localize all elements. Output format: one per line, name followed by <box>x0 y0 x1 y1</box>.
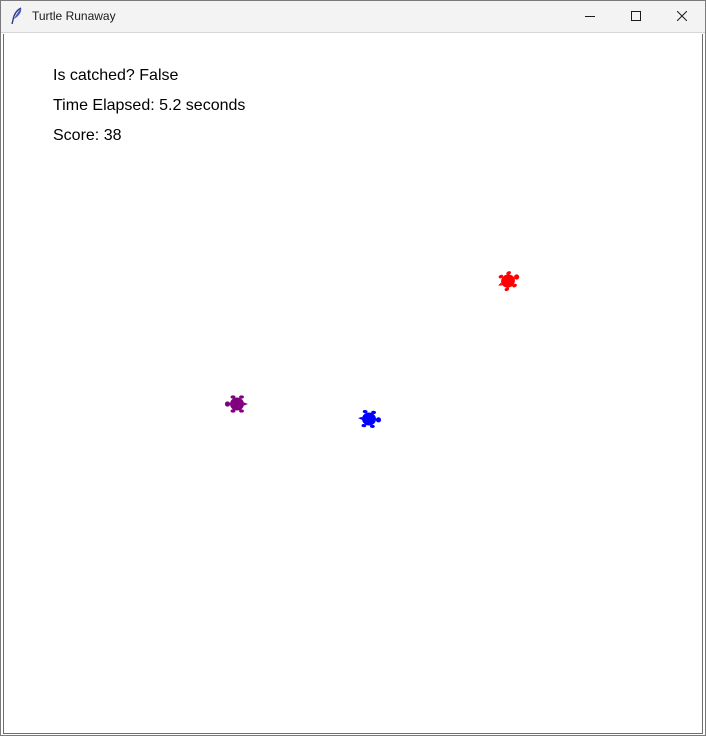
close-button[interactable] <box>659 1 705 32</box>
turtle-shape <box>224 395 248 413</box>
minimize-icon <box>585 16 595 17</box>
app-window: Turtle Runaway Is catched? False Time El… <box>0 0 706 736</box>
turtle-canvas[interactable]: Is catched? False Time Elapsed: 5.2 seco… <box>3 34 703 734</box>
minimize-button[interactable] <box>567 1 613 32</box>
caught-status-text: Is catched? False <box>53 67 179 84</box>
turtle-shape <box>498 271 520 292</box>
turtle-shape <box>358 410 382 428</box>
score-text: Score: 38 <box>53 127 122 144</box>
maximize-icon <box>631 11 641 21</box>
title-bar[interactable]: Turtle Runaway <box>1 1 705 33</box>
purple-turtle <box>224 395 248 413</box>
time-elapsed-text: Time Elapsed: 5.2 seconds <box>53 97 246 114</box>
feather-icon <box>11 7 22 25</box>
maximize-button[interactable] <box>613 1 659 32</box>
red-turtle <box>498 271 520 292</box>
close-icon <box>677 11 687 21</box>
window-title: Turtle Runaway <box>32 9 116 23</box>
blue-turtle <box>358 410 382 428</box>
